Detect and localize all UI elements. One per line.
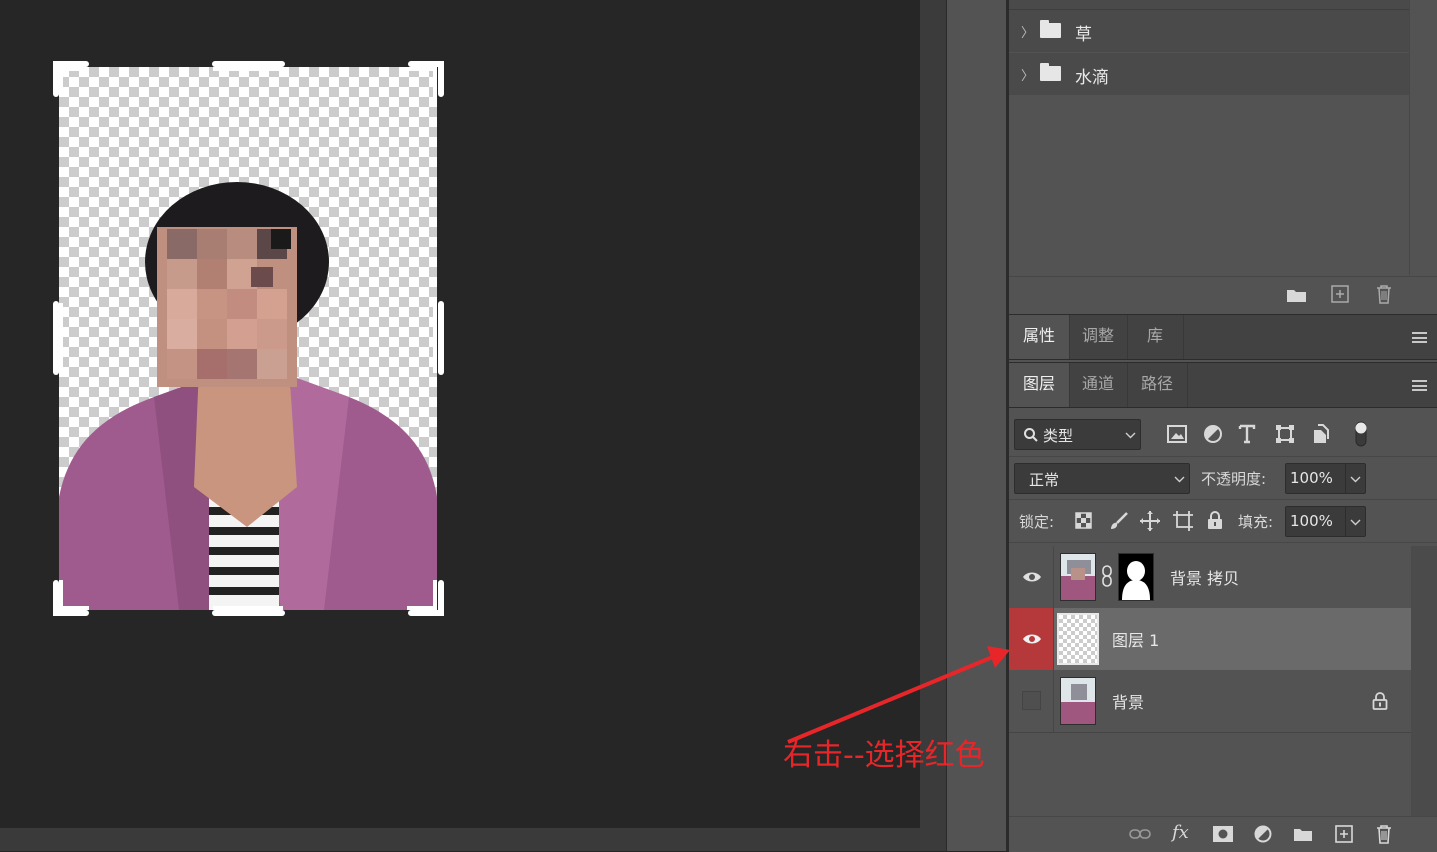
layer-name[interactable]: 图层 1 [1112,627,1159,651]
layer-row[interactable]: 图层 1 [1009,608,1411,671]
lock-brush-icon[interactable] [1109,511,1129,531]
tab-properties[interactable]: 属性 [1009,315,1070,359]
smart-filter-icon[interactable] [1311,424,1329,444]
folder-label: 水滴 [1075,68,1109,88]
lock-label: 锁定: [1019,513,1055,531]
adjustment-layer-icon[interactable] [1254,825,1272,843]
chevron-down-icon [1125,432,1136,439]
properties-tabbar: 属性 调整 库 [1009,314,1437,360]
filter-kind-label: 类型 [1043,427,1074,445]
blend-mode-value: 正常 [1029,471,1060,489]
blend-mode-select[interactable]: 正常 [1014,463,1190,494]
fill-input[interactable]: 100% [1285,506,1366,537]
folder-panel-footer [1009,276,1437,315]
annotation-text: 右击--选择红色 [783,738,985,773]
lock-artboard-icon[interactable] [1172,510,1194,532]
opacity-input[interactable]: 100% [1285,463,1366,494]
type-filter-icon[interactable] [1238,424,1256,444]
lock-all-icon[interactable] [1207,510,1223,530]
group-icon[interactable] [1293,826,1313,842]
layer-row[interactable]: 背景 拷贝 [1009,546,1411,609]
link-icon[interactable] [1101,564,1113,588]
lock-move-icon[interactable] [1139,510,1161,532]
eye-icon [1023,634,1041,644]
fill-value: 100% [1290,512,1333,530]
layer-thumbnail[interactable] [1060,677,1096,725]
tab-layers[interactable]: 图层 [1009,363,1070,407]
trash-icon[interactable] [1375,284,1393,304]
shape-filter-icon[interactable] [1275,424,1295,444]
layer-row[interactable]: 背景 [1009,670,1411,733]
toggle-filter-icon[interactable] [1354,420,1368,448]
search-icon [1024,428,1038,442]
opacity-label: 不透明度: [1201,470,1267,488]
eye-icon [1023,572,1041,582]
chevron-right-icon[interactable]: 〉 [1021,65,1034,84]
transform-frame [53,61,444,616]
layers-tabbar: 图层 通道 路径 [1009,362,1437,408]
lock-icon[interactable] [1372,692,1388,710]
panel-menu-icon[interactable] [1412,380,1427,391]
folder-list-top [1009,0,1409,10]
mask-icon[interactable] [1213,826,1233,842]
fill-label: 填充: [1238,513,1274,531]
layer-name[interactable]: 背景 [1112,689,1144,713]
chevron-down-icon [1174,476,1185,483]
link-icon[interactable] [1129,828,1151,840]
folder-icon [1040,63,1061,81]
adjustment-filter-icon[interactable] [1203,424,1223,444]
tab-paths[interactable]: 路径 [1127,363,1188,407]
folder-scrollbar[interactable] [1409,0,1437,275]
layer-thumbnail[interactable] [1060,553,1096,601]
panel-menu-icon[interactable] [1412,332,1427,343]
horizontal-scrollbar[interactable] [0,828,920,851]
layer-filter-select[interactable]: 类型 [1014,419,1141,450]
layers-scrollbar[interactable] [1411,546,1437,816]
folder-row-water-drops[interactable]: 〉 水滴 [1009,53,1409,95]
tab-channels[interactable]: 通道 [1069,363,1128,407]
opacity-value: 100% [1290,469,1333,487]
chevron-right-icon[interactable]: 〉 [1021,22,1034,41]
trash-icon[interactable] [1375,824,1393,844]
chevron-down-icon[interactable] [1350,519,1361,526]
layer-name[interactable]: 背景 拷贝 [1170,565,1239,589]
fx-icon[interactable]: fx [1172,822,1189,843]
layers-footer: fx [1009,816,1437,852]
folder-label: 草 [1075,25,1092,45]
right-panel: 〉 草 〉 水滴 属性 调整 库 图层 通道 路径 类型 正常 不透明度: 10… [1009,0,1437,852]
new-layer-icon[interactable] [1335,825,1353,843]
folder-icon [1040,20,1061,38]
visibility-toggle[interactable] [1009,546,1054,608]
layer-mask-thumbnail[interactable] [1118,553,1154,601]
image-filter-icon[interactable] [1167,425,1187,443]
tab-libraries[interactable]: 库 [1127,315,1184,359]
new-layer-icon[interactable] [1331,285,1349,303]
folder-icon[interactable] [1286,286,1308,304]
chevron-down-icon[interactable] [1350,476,1361,483]
folder-row-grass[interactable]: 〉 草 [1009,10,1409,52]
tab-adjustments[interactable]: 调整 [1069,315,1128,359]
lock-pixels-icon[interactable] [1075,512,1092,529]
layer-thumbnail[interactable] [1057,613,1099,665]
